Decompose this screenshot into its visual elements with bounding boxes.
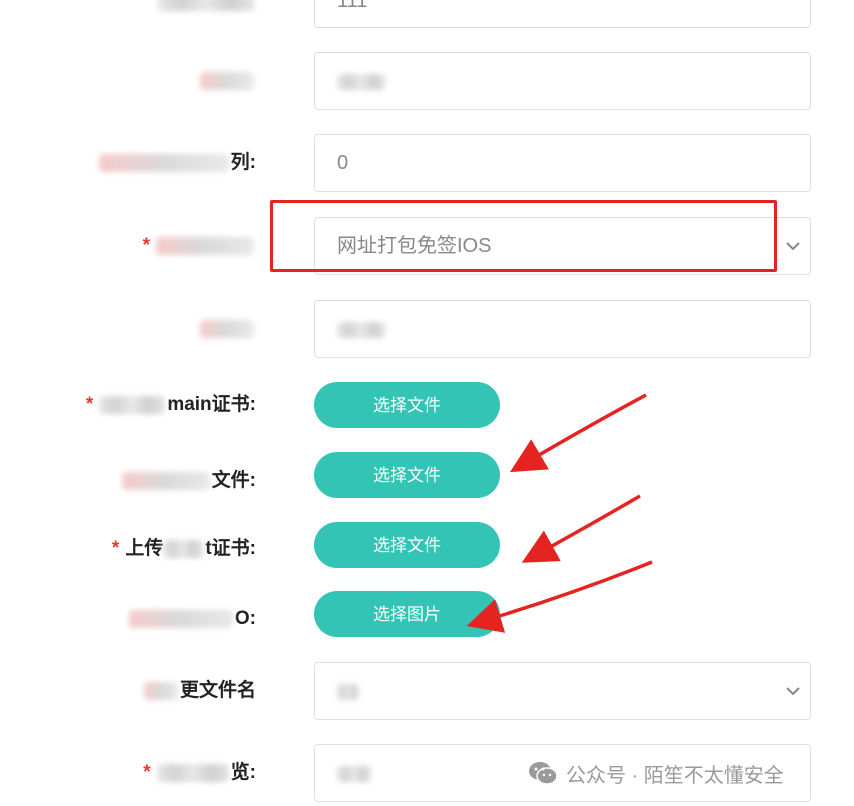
annotation-arrow bbox=[521, 494, 641, 563]
annotation-arrow bbox=[466, 560, 653, 633]
annotation-arrow bbox=[509, 393, 647, 473]
annotation-arrows bbox=[466, 393, 653, 633]
watermark: 公众号 · 陌笙不太懂安全 bbox=[528, 756, 784, 790]
wechat-icon bbox=[529, 762, 558, 785]
watermark-text: 公众号 · 陌笙不太懂安全 bbox=[566, 764, 784, 787]
